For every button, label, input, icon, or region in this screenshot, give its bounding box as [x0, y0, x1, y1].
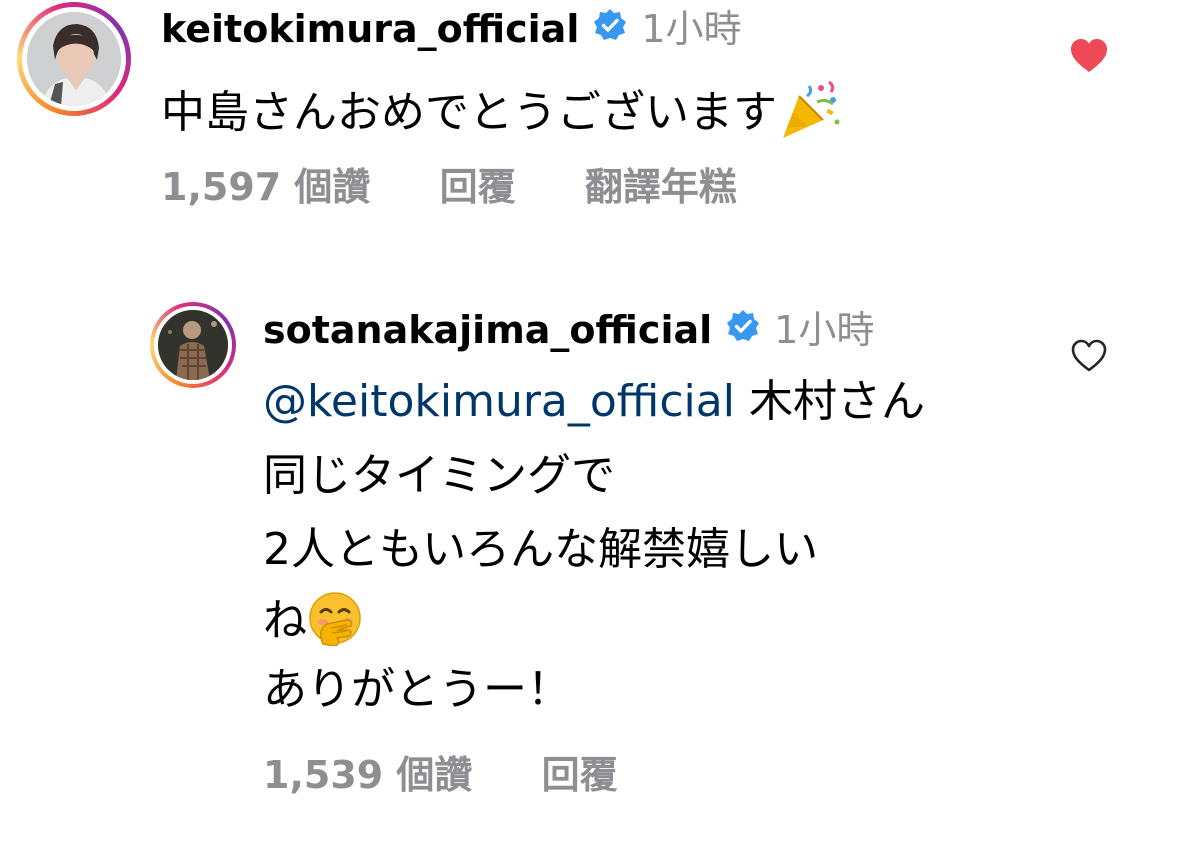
timestamp: 1小時: [641, 7, 742, 51]
avatar[interactable]: [17, 2, 131, 116]
reply-text-line: ありがとうー！: [263, 664, 571, 715]
translate-button[interactable]: 翻譯年糕: [585, 164, 737, 210]
verified-badge-icon: [593, 6, 627, 52]
reply-text-line: 2人ともいろんな解禁嬉しい: [263, 524, 819, 575]
timestamp: 1小時: [774, 308, 875, 352]
reply-button[interactable]: 回覆: [542, 752, 618, 798]
avatar-image: [158, 310, 228, 380]
face-with-hand-over-mouth-icon: [307, 590, 363, 656]
mention-link[interactable]: @keitokimura_official: [263, 376, 735, 427]
reply-text-line: ね: [263, 590, 363, 656]
like-heart-icon[interactable]: [1069, 38, 1109, 78]
username[interactable]: keitokimura_official: [161, 6, 579, 52]
like-count[interactable]: 1,539 個讚: [263, 752, 472, 798]
comment-text: 中島さんおめでとうございます: [161, 78, 841, 152]
avatar-image: [27, 12, 121, 106]
avatar[interactable]: [150, 302, 236, 388]
username[interactable]: sotanakajima_official: [263, 307, 712, 353]
reply-text-content: ね: [263, 595, 307, 646]
like-heart-outline-icon[interactable]: [1070, 339, 1108, 377]
reply-text-content: 木村さん: [734, 376, 925, 427]
like-count[interactable]: 1,597 個讚: [161, 164, 370, 210]
party-popper-icon: [777, 78, 841, 152]
reply-button[interactable]: 回覆: [440, 164, 516, 210]
reply-text-line: @keitokimura_official 木村さん: [263, 378, 925, 426]
comments-section: keitokimura_official 1小時 中島さんおめでとうございます: [0, 0, 1179, 846]
comment-text-content: 中島さんおめでとうございます: [161, 87, 777, 138]
reply-text-line: 同じタイミングで: [263, 450, 615, 501]
verified-badge-icon: [726, 307, 760, 353]
